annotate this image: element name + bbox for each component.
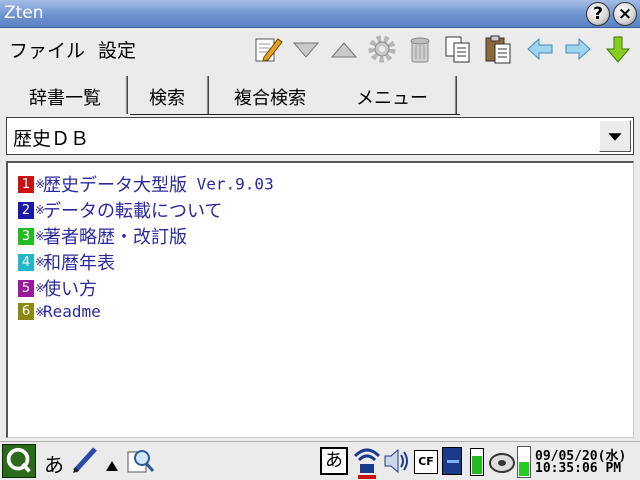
- dictionary-select[interactable]: 歴史ＤＢ: [6, 117, 634, 155]
- caret-up-icon[interactable]: [106, 456, 118, 475]
- trash-icon[interactable]: [404, 33, 436, 65]
- dictionary-select-value: 歴史ＤＢ: [13, 128, 90, 150]
- menu-file[interactable]: ファイル: [9, 36, 85, 63]
- list-item[interactable]: 6 ※Readme: [18, 301, 101, 325]
- clock-time[interactable]: 10:35:06 PM: [535, 461, 621, 476]
- tab-menu[interactable]: メニュー: [331, 76, 453, 116]
- input-mode-indicator[interactable]: あ: [44, 449, 64, 478]
- list-item[interactable]: 5 ※使い方: [18, 275, 97, 300]
- menu-settings[interactable]: 設定: [98, 36, 136, 63]
- disk-icon[interactable]: [488, 448, 516, 476]
- reference-mark: ※: [35, 177, 46, 191]
- tab-separator: [454, 76, 457, 114]
- reference-mark: ※: [35, 229, 46, 243]
- item-number-badge: 4: [18, 253, 34, 271]
- reference-mark: ※: [35, 203, 46, 217]
- sd-card-icon[interactable]: [442, 447, 462, 475]
- signal-meter: [517, 446, 531, 478]
- item-number-badge: 6: [18, 303, 34, 320]
- list-item[interactable]: 4 ※和暦年表: [18, 249, 115, 274]
- speaker-icon[interactable]: [382, 446, 410, 476]
- tab-search[interactable]: 検索: [129, 76, 205, 116]
- taskbar: あ あ CF 09/05/20(水) 10:35:06 PM: [0, 441, 640, 480]
- window-title: Zten: [4, 3, 44, 23]
- list-item-label: 歴史データ大型版: [43, 175, 187, 196]
- list-item-label: 和暦年表: [43, 253, 115, 274]
- copy-icon[interactable]: [442, 33, 474, 65]
- paste-icon[interactable]: [482, 33, 514, 65]
- item-number-badge: 3: [18, 227, 34, 245]
- close-button[interactable]: ×: [613, 2, 637, 26]
- screen: Zten ? × ファイル 設定 辞書一覧 検索 複合検索 メニュー 歴史ＤＢ …: [0, 0, 640, 480]
- download-icon[interactable]: [602, 33, 634, 65]
- help-button[interactable]: ?: [586, 2, 610, 26]
- battery-icon: [470, 448, 484, 476]
- list-item[interactable]: 2 ※データの転載について: [18, 197, 223, 222]
- item-number-badge: 2: [18, 201, 34, 219]
- item-number-badge: 5: [18, 279, 34, 297]
- forward-icon[interactable]: [562, 33, 594, 65]
- chevron-down-icon[interactable]: [599, 120, 631, 152]
- scroll-down-icon[interactable]: [290, 33, 322, 65]
- reference-mark: ※: [35, 304, 46, 319]
- wifi-icon[interactable]: [352, 444, 382, 480]
- list-item-label: データの転載について: [43, 201, 223, 222]
- menu-bar: ファイル 設定: [0, 29, 640, 69]
- list-item-label: Readme: [43, 302, 101, 321]
- list-item-label: 著者略歴・改訂版: [43, 227, 187, 248]
- search-app-icon[interactable]: [124, 446, 156, 476]
- title-bar: Zten ? ×: [0, 0, 640, 28]
- tab-bar: 辞書一覧 検索 複合検索 メニュー: [0, 72, 640, 116]
- back-icon[interactable]: [524, 33, 556, 65]
- list-item[interactable]: 3 ※著者略歴・改訂版: [18, 223, 187, 248]
- list-item[interactable]: 1 ※歴史データ大型版 Ver.9.03: [18, 171, 274, 196]
- item-number-badge: 1: [18, 175, 34, 193]
- reference-mark: ※: [35, 281, 46, 295]
- gear-icon[interactable]: [366, 33, 398, 65]
- ime-indicator[interactable]: あ: [320, 447, 348, 475]
- reference-mark: ※: [35, 255, 46, 269]
- tab-underline: [130, 114, 460, 115]
- edit-icon[interactable]: [252, 33, 284, 65]
- tab-dictionary-list[interactable]: 辞書一覧: [6, 76, 124, 116]
- tab-separator: [206, 76, 209, 114]
- scroll-up-icon[interactable]: [328, 33, 360, 65]
- cf-card-icon[interactable]: CF: [414, 450, 438, 474]
- start-button[interactable]: [2, 444, 36, 478]
- pen-icon[interactable]: [70, 445, 100, 475]
- list-item-version: Ver.9.03: [187, 174, 274, 194]
- list-item-label: 使い方: [43, 279, 97, 300]
- result-list[interactable]: 1 ※歴史データ大型版 Ver.9.03 2 ※データの転載について 3 ※著者略歴・…: [6, 161, 634, 438]
- tab-compound-search[interactable]: 複合検索: [210, 76, 330, 116]
- tab-separator: [125, 76, 128, 114]
